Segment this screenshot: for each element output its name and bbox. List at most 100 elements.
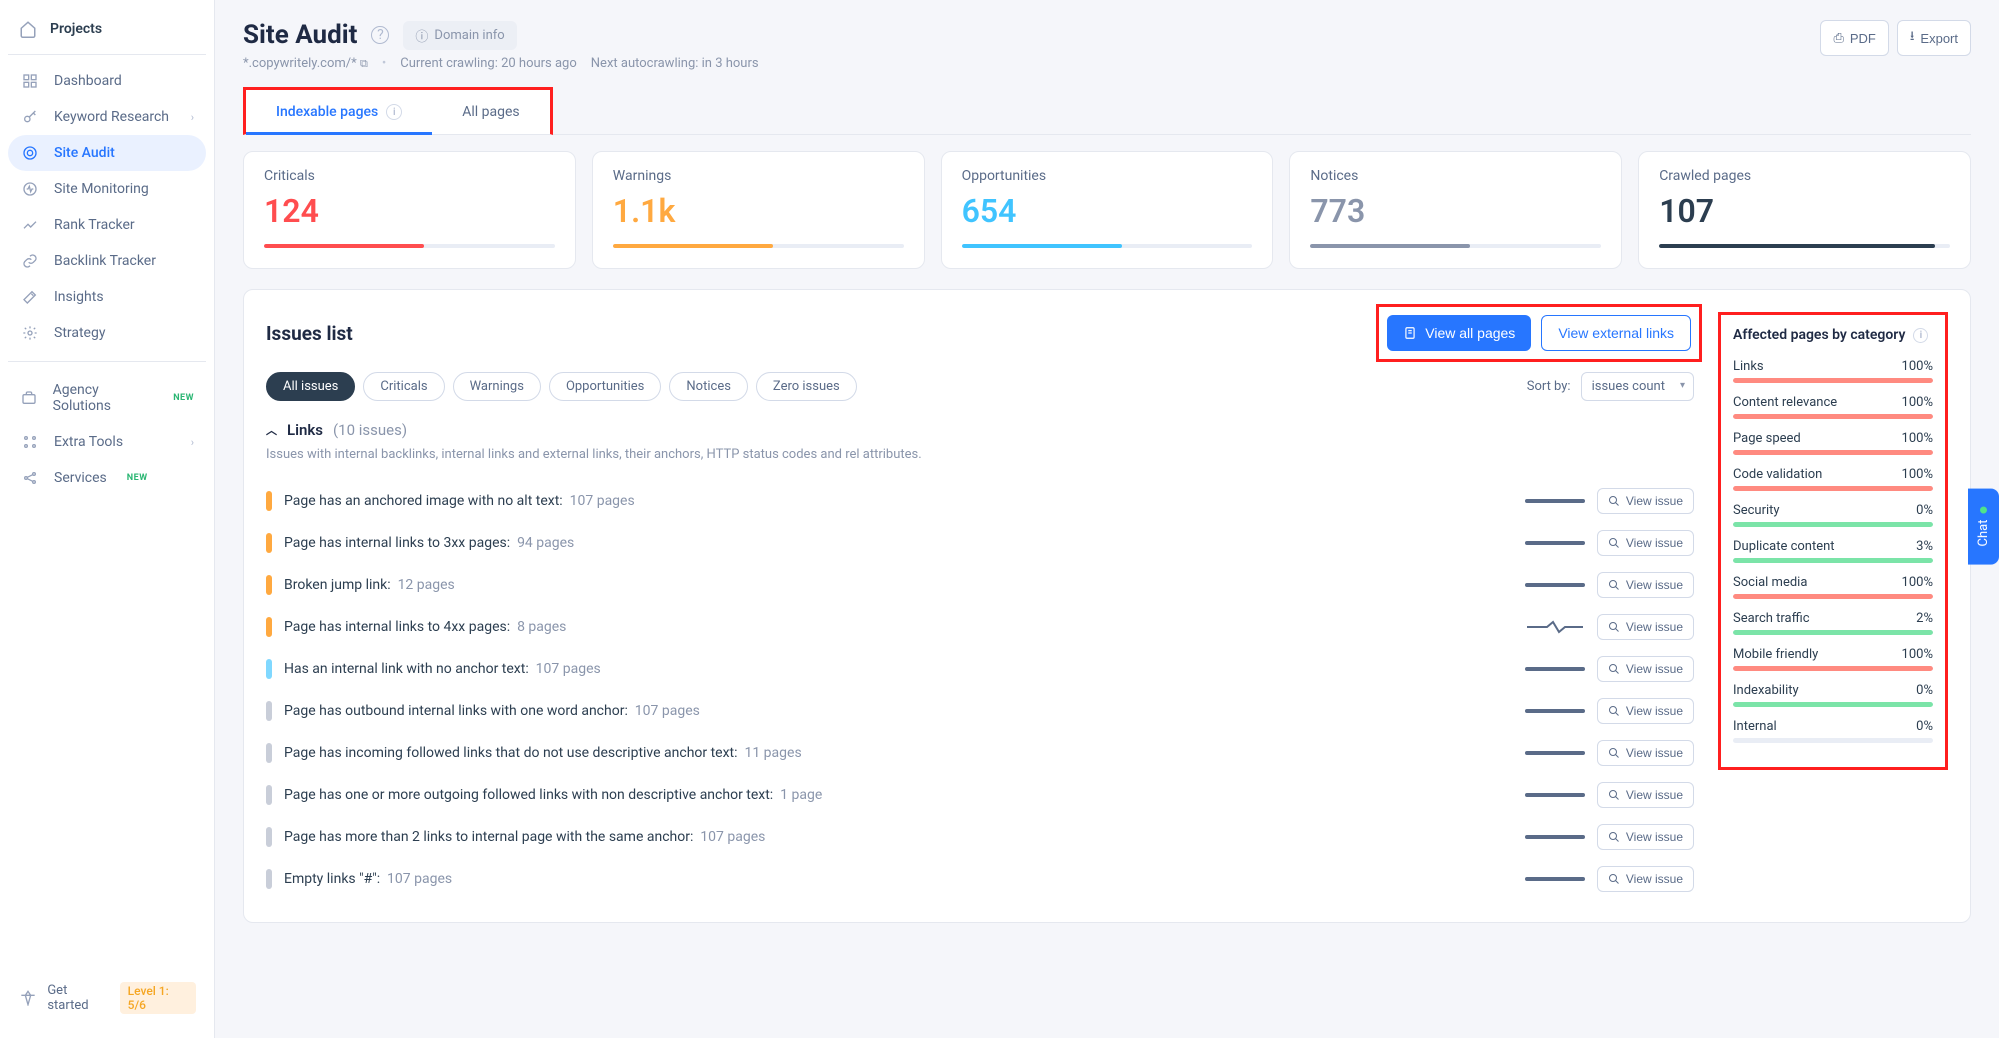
- category-row-security[interactable]: Security0%: [1733, 503, 1933, 527]
- stat-label: Opportunities: [962, 168, 1253, 184]
- info-icon[interactable]: i: [1913, 328, 1928, 343]
- info-icon[interactable]: i: [386, 104, 402, 120]
- sidebar-get-started[interactable]: Get started Level 1: 5/6: [8, 970, 206, 1026]
- issue-text[interactable]: Page has internal links to 4xx pages: 8 …: [284, 619, 1513, 635]
- filter-pill-warnings[interactable]: Warnings: [453, 372, 541, 401]
- chevron-right-icon: ›: [191, 111, 194, 124]
- stat-bar: [1310, 244, 1601, 248]
- category-name: Internal: [1733, 719, 1777, 734]
- view-issue-button[interactable]: View issue: [1597, 614, 1694, 640]
- sidebar-item-site-audit[interactable]: Site Audit: [8, 135, 206, 171]
- category-name: Search traffic: [1733, 611, 1810, 626]
- sidebar-item-insights[interactable]: Insights: [8, 279, 206, 315]
- category-row-mobile-friendly[interactable]: Mobile friendly100%: [1733, 647, 1933, 671]
- view-issue-button[interactable]: View issue: [1597, 698, 1694, 724]
- info-icon: ⓘ: [415, 26, 428, 45]
- chat-tab[interactable]: Chat: [1968, 489, 1999, 565]
- sidebar-item-label: Site Monitoring: [54, 181, 149, 197]
- sidebar-item-agency-solutions[interactable]: Agency Solutions NEW: [8, 372, 206, 424]
- sidebar-item-strategy[interactable]: Strategy: [8, 315, 206, 351]
- category-pct: 0%: [1916, 719, 1933, 734]
- domain-text[interactable]: *.copywritely.com/* ⧉: [243, 56, 368, 71]
- filter-pill-notices[interactable]: Notices: [669, 372, 748, 401]
- issue-text[interactable]: Broken jump link: 12 pages: [284, 577, 1513, 593]
- tab-all-pages[interactable]: All pages: [432, 90, 549, 134]
- issue-text[interactable]: Page has more than 2 links to internal p…: [284, 829, 1513, 845]
- issue-count: 107 pages: [635, 703, 700, 719]
- domain-info-button[interactable]: ⓘ Domain info: [403, 21, 516, 50]
- stat-label: Crawled pages: [1659, 168, 1950, 184]
- view-issue-button[interactable]: View issue: [1597, 782, 1694, 808]
- sort-select[interactable]: issues count ▾: [1581, 372, 1694, 401]
- stat-card-warnings[interactable]: Warnings 1.1k: [592, 151, 925, 269]
- category-row-indexability[interactable]: Indexability0%: [1733, 683, 1933, 707]
- stat-card-opportunities[interactable]: Opportunities 654: [941, 151, 1274, 269]
- view-all-pages-button[interactable]: View all pages: [1387, 315, 1531, 351]
- issue-row: Page has incoming followed links that do…: [266, 732, 1694, 774]
- category-bar: [1733, 378, 1933, 383]
- category-row-social-media[interactable]: Social media100%: [1733, 575, 1933, 599]
- issue-text[interactable]: Page has outbound internal links with on…: [284, 703, 1513, 719]
- category-pct: 100%: [1902, 467, 1933, 482]
- group-toggle-links[interactable]: ︿ Links (10 issues): [266, 421, 1694, 439]
- issue-text[interactable]: Has an internal link with no anchor text…: [284, 661, 1513, 677]
- filter-pill-criticals[interactable]: Criticals: [363, 372, 444, 401]
- view-issue-button[interactable]: View issue: [1597, 740, 1694, 766]
- view-issue-button[interactable]: View issue: [1597, 656, 1694, 682]
- issue-text[interactable]: Page has internal links to 3xx pages: 94…: [284, 535, 1513, 551]
- view-issue-button[interactable]: View issue: [1597, 530, 1694, 556]
- stat-card-crawled-pages[interactable]: Crawled pages 107: [1638, 151, 1971, 269]
- category-row-content-relevance[interactable]: Content relevance100%: [1733, 395, 1933, 419]
- stat-value: 654: [962, 192, 1253, 230]
- search-icon: [1608, 831, 1620, 843]
- export-button[interactable]: ⭳ Export: [1897, 20, 1971, 56]
- sidebar-projects-label: Projects: [50, 21, 102, 37]
- stat-card-notices[interactable]: Notices 773: [1289, 151, 1622, 269]
- issue-row: Page has internal links to 3xx pages: 94…: [266, 522, 1694, 564]
- sidebar-item-label: Agency Solutions: [53, 382, 154, 414]
- issue-text[interactable]: Page has incoming followed links that do…: [284, 745, 1513, 761]
- category-row-internal[interactable]: Internal 0%: [1733, 719, 1933, 743]
- severity-indicator: [266, 659, 272, 679]
- sidebar-projects[interactable]: Projects: [8, 12, 206, 55]
- sidebar-item-dashboard[interactable]: Dashboard: [8, 63, 206, 99]
- sidebar-item-keyword-research[interactable]: Keyword Research ›: [8, 99, 206, 135]
- filter-pill-opportunities[interactable]: Opportunities: [549, 372, 661, 401]
- sidebar-item-extra-tools[interactable]: Extra Tools ›: [8, 424, 206, 460]
- filter-pills: All issues Criticals Warnings Opportunities…: [266, 372, 857, 401]
- view-external-links-button[interactable]: View external links: [1541, 315, 1691, 351]
- view-issue-button[interactable]: View issue: [1597, 572, 1694, 598]
- filter-pill-all-issues[interactable]: All issues: [266, 372, 355, 401]
- sidebar-item-site-monitoring[interactable]: Site Monitoring: [8, 171, 206, 207]
- issue-count: 11 pages: [744, 745, 801, 761]
- category-row-search-traffic[interactable]: Search traffic2%: [1733, 611, 1933, 635]
- help-icon[interactable]: ?: [371, 26, 389, 44]
- category-row-duplicate-content[interactable]: Duplicate content3%: [1733, 539, 1933, 563]
- category-row-page-speed[interactable]: Page speed100%: [1733, 431, 1933, 455]
- category-pct: 100%: [1902, 359, 1933, 374]
- issue-text[interactable]: Empty links "#": 107 pages: [284, 871, 1513, 887]
- view-issue-button[interactable]: View issue: [1597, 866, 1694, 892]
- crawl-current: Current crawling: 20 hours ago: [382, 56, 577, 71]
- issues-title: Issues list: [266, 322, 353, 345]
- category-row-links[interactable]: Links100%: [1733, 359, 1933, 383]
- sidebar-item-services[interactable]: Services NEW: [8, 460, 206, 496]
- issue-text[interactable]: Page has an anchored image with no alt t…: [284, 493, 1513, 509]
- filter-pill-zero-issues[interactable]: Zero issues: [756, 372, 857, 401]
- pdf-button[interactable]: ⎙ PDF: [1820, 20, 1888, 56]
- view-issue-button[interactable]: View issue: [1597, 488, 1694, 514]
- severity-indicator: [266, 827, 272, 847]
- sidebar-item-backlink-tracker[interactable]: Backlink Tracker: [8, 243, 206, 279]
- category-pct: 100%: [1902, 431, 1933, 446]
- tab-indexable-pages[interactable]: Indexable pagesi: [246, 90, 432, 134]
- category-row-code-validation[interactable]: Code validation100%: [1733, 467, 1933, 491]
- severity-indicator: [266, 491, 272, 511]
- main-content: Site Audit ? ⓘ Domain info *.copywritely…: [215, 0, 1999, 1038]
- severity-indicator: [266, 785, 272, 805]
- view-issue-button[interactable]: View issue: [1597, 824, 1694, 850]
- sidebar-item-rank-tracker[interactable]: Rank Tracker: [8, 207, 206, 243]
- stat-card-criticals[interactable]: Criticals 124: [243, 151, 576, 269]
- issue-text[interactable]: Page has one or more outgoing followed l…: [284, 787, 1513, 803]
- sidebar-divider: [8, 361, 206, 362]
- sparkline-icon: [1525, 618, 1585, 636]
